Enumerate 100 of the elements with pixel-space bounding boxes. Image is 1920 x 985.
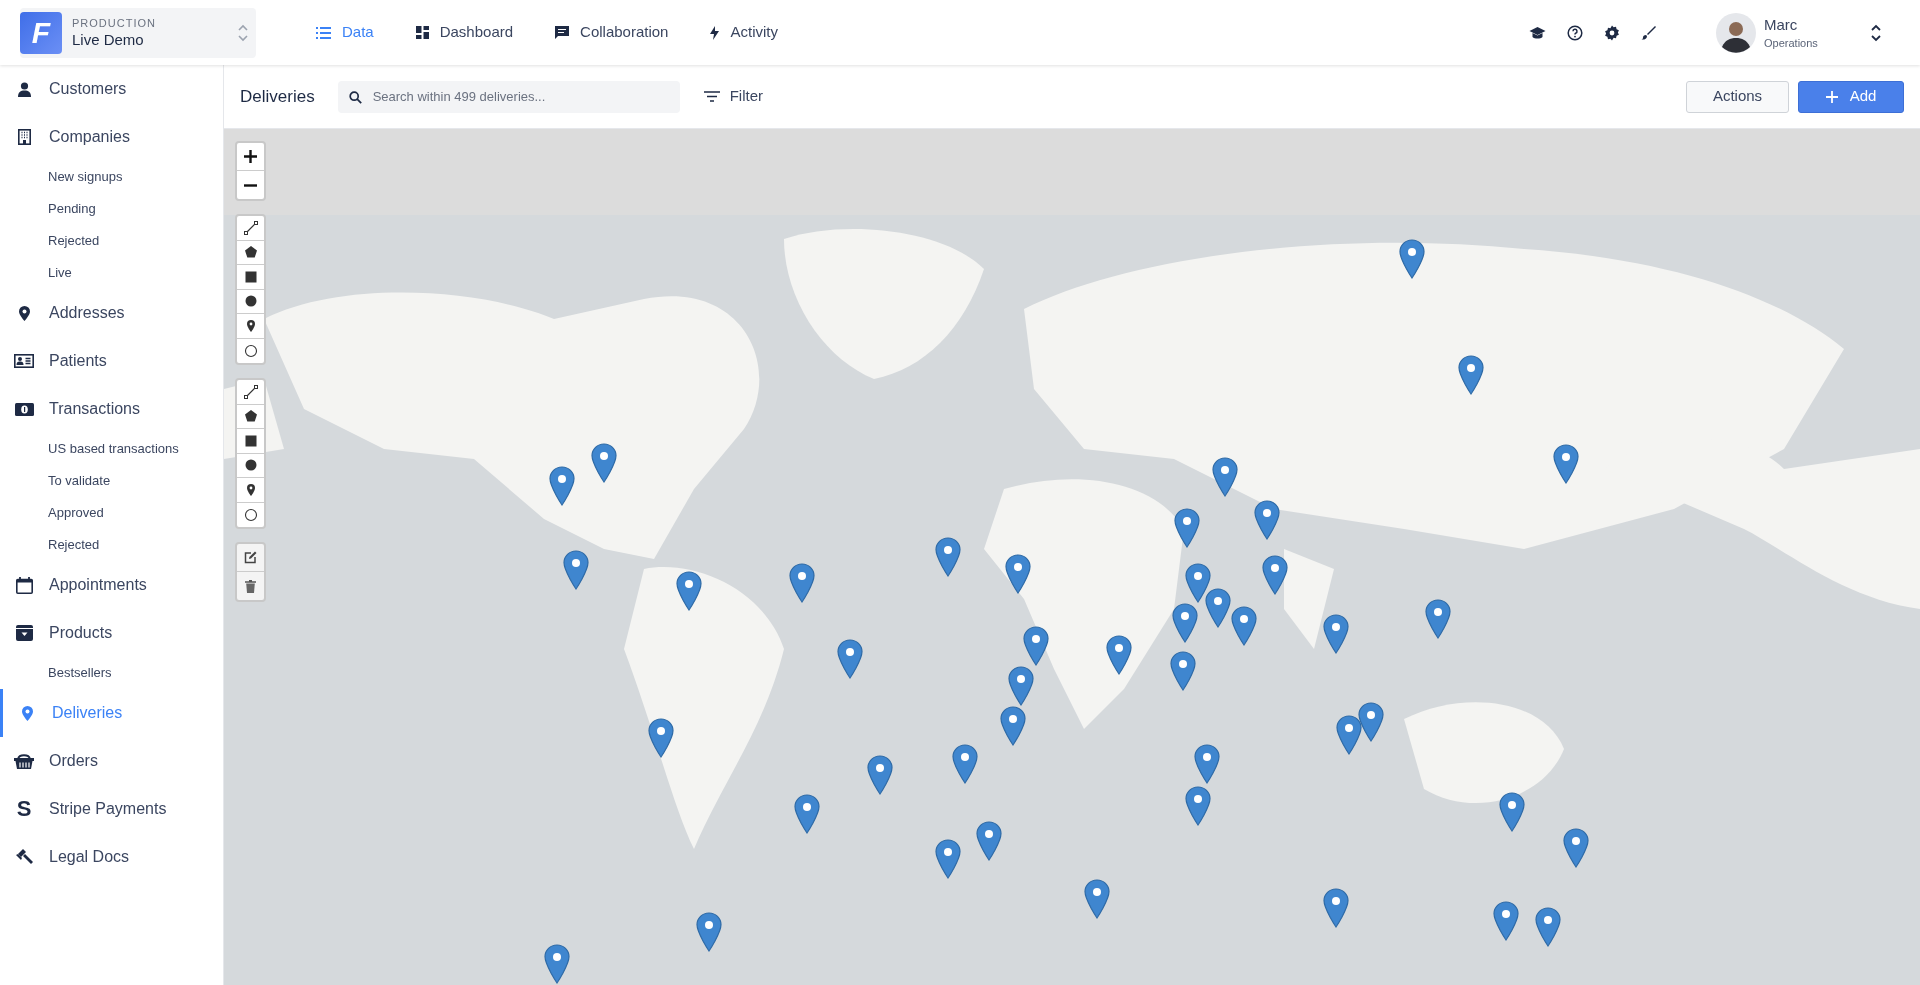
circle-outline-icon xyxy=(243,343,258,358)
map-pin-icon[interactable] xyxy=(1169,650,1196,691)
pentagon-icon xyxy=(243,245,258,260)
map-pin-icon[interactable] xyxy=(1398,239,1425,280)
map-pin-icon[interactable] xyxy=(1499,791,1526,832)
map-pin-icon[interactable] xyxy=(1106,635,1133,675)
map-pin-icon[interactable] xyxy=(934,537,961,577)
map-pin-icon[interactable] xyxy=(1173,507,1200,548)
sidebar-subitem[interactable]: New signups xyxy=(0,161,223,193)
sidebar-item[interactable]: Addresses xyxy=(0,289,223,337)
map-pin-icon[interactable] xyxy=(1424,599,1451,640)
map-pin-icon[interactable] xyxy=(1254,500,1281,541)
sidebar-subitem[interactable]: US based transactions xyxy=(0,433,223,465)
map-pin-icon[interactable] xyxy=(1261,555,1288,596)
pentagon-icon xyxy=(243,409,258,424)
sidebar-item[interactable]: Transactions xyxy=(0,385,223,433)
map-pin-icon[interactable] xyxy=(676,571,703,612)
line-icon xyxy=(243,220,258,235)
gavel-icon xyxy=(15,849,33,865)
sidebar-subitem[interactable]: Rejected xyxy=(0,529,223,561)
lightning-icon xyxy=(710,25,720,40)
map-pin-icon[interactable] xyxy=(1008,665,1035,706)
sidebar-subitem[interactable]: Live xyxy=(0,257,223,289)
list-icon xyxy=(316,26,331,39)
circle-icon xyxy=(243,458,258,473)
square-icon xyxy=(243,269,258,284)
map-pin-icon[interactable] xyxy=(1336,714,1363,755)
add-button[interactable]: Add xyxy=(1798,80,1904,113)
map-pin-icon[interactable] xyxy=(696,911,722,952)
map-pin-icon[interactable] xyxy=(836,638,863,679)
chat-icon xyxy=(555,26,570,39)
settings-icon[interactable] xyxy=(1604,24,1620,41)
sidebar-item[interactable]: Orders xyxy=(0,737,223,785)
map-pin-icon[interactable] xyxy=(789,562,816,603)
square-icon xyxy=(243,433,258,448)
graduation-cap-icon[interactable] xyxy=(1529,25,1546,40)
sidebar-item[interactable]: Appointments xyxy=(0,561,223,609)
nav-tab[interactable]: Activity xyxy=(690,12,798,53)
map-pin-icon[interactable] xyxy=(934,839,961,880)
filter-button[interactable]: Filter xyxy=(703,85,763,108)
edit-icon xyxy=(244,551,257,564)
map-pin-icon[interactable] xyxy=(590,442,617,483)
search-field[interactable]: Search within 499 deliveries... xyxy=(337,80,680,113)
map-pin-icon[interactable] xyxy=(544,943,571,984)
map-pin-icon[interactable] xyxy=(976,821,1003,862)
map-pin-icon[interactable] xyxy=(1358,702,1385,743)
sidebar-subitem[interactable]: To validate xyxy=(0,465,223,497)
map-pin-icon[interactable] xyxy=(1004,554,1031,595)
map-pin-icon[interactable] xyxy=(1534,906,1561,947)
sidebar-subitem[interactable]: Pending xyxy=(0,193,223,225)
filter-icon xyxy=(703,91,720,102)
map-pin-icon[interactable] xyxy=(1493,900,1520,941)
user-menu[interactable]: Marc Operations xyxy=(1716,12,1882,53)
stripe-logo: S xyxy=(16,798,32,820)
map-pin-icon[interactable] xyxy=(1172,603,1199,644)
minus-icon xyxy=(244,183,257,187)
map-pin-icon[interactable] xyxy=(549,466,576,506)
map-pin-icon[interactable] xyxy=(1211,457,1238,498)
circle-icon xyxy=(243,294,258,309)
map-pin-icon[interactable] xyxy=(1084,878,1111,919)
nav-tab[interactable]: Dashboard xyxy=(395,12,534,53)
map-pin-icon[interactable] xyxy=(1184,562,1211,603)
sidebar-item[interactable]: Customers xyxy=(0,65,223,113)
sidebar-item[interactable]: Legal Docs xyxy=(0,833,223,881)
dashboard-icon xyxy=(415,26,429,39)
banknote-icon xyxy=(14,402,34,416)
circle-outline-icon xyxy=(243,507,258,522)
brush-icon[interactable] xyxy=(1641,25,1656,40)
map-pin-icon[interactable] xyxy=(1184,785,1211,826)
map-pin-icon[interactable] xyxy=(1562,828,1589,869)
help-icon[interactable] xyxy=(1567,24,1583,41)
user-name: Marc xyxy=(1764,14,1799,35)
nav-tab[interactable]: Collaboration xyxy=(535,12,689,53)
sidebar-subitem[interactable]: Bestsellers xyxy=(0,657,223,689)
sidebar-subitem[interactable]: Rejected xyxy=(0,225,223,257)
map-pin-icon[interactable] xyxy=(1553,443,1580,484)
map-pin-icon[interactable] xyxy=(1194,743,1221,784)
map-pin-icon[interactable] xyxy=(951,743,978,784)
workspace-switcher[interactable]: F PRODUCTION Live Demo xyxy=(20,7,256,58)
map-pin-icon[interactable] xyxy=(648,718,675,759)
nav-tab[interactable]: Data xyxy=(296,12,394,53)
sidebar-item[interactable]: Products xyxy=(0,609,223,657)
map-pin-icon[interactable] xyxy=(1322,888,1349,929)
map-pin-icon[interactable] xyxy=(1322,614,1349,655)
map-pin-icon[interactable] xyxy=(867,755,894,795)
archive-box-icon xyxy=(15,625,33,641)
map-pin-icon[interactable] xyxy=(1457,354,1484,395)
map-pin-icon[interactable] xyxy=(793,794,820,835)
map-pin-icon[interactable] xyxy=(562,550,589,591)
plus-icon xyxy=(1825,90,1838,103)
map-pin-icon[interactable] xyxy=(1205,588,1232,629)
map-pin-icon[interactable] xyxy=(1022,626,1049,667)
map-pin-icon[interactable] xyxy=(1231,605,1258,646)
actions-button[interactable]: Actions xyxy=(1686,80,1789,113)
user-icon xyxy=(17,81,31,97)
map-pin-icon[interactable] xyxy=(999,706,1026,746)
sidebar-item[interactable]: Companies xyxy=(0,113,223,161)
sidebar-item[interactable]: S Stripe Payments xyxy=(0,785,223,833)
sidebar-item[interactable]: Patients xyxy=(0,337,223,385)
sidebar-subitem[interactable]: Approved xyxy=(0,497,223,529)
